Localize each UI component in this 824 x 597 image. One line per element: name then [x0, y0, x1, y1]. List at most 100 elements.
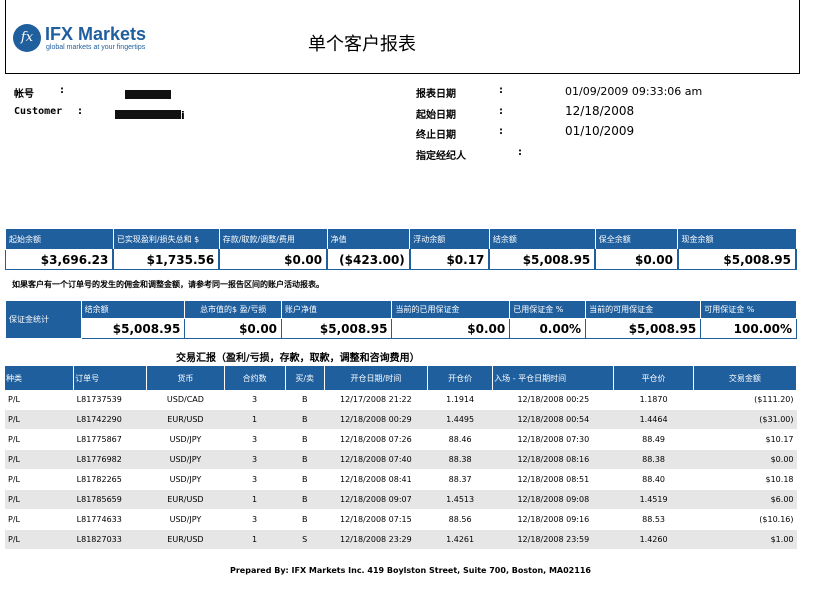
- margin-header: 总市值的$ 盈/亏损: [184, 300, 283, 319]
- trade-cell: B: [285, 489, 325, 510]
- margin-value: $5,008.95: [80, 318, 186, 339]
- table-row: P/L L81785659 EUR/USD 1 B 12/18/2008 09:07 1.4…: [5, 489, 797, 510]
- commission-note: 如果客户有一个订单号的发生的佣金和调整金额，请参考同一报告区间的账户活动报表。: [12, 280, 324, 289]
- balance-value: $5,008.95: [488, 249, 597, 270]
- table-row: P/L L81775867 USD/JPY 3 B 12/18/2008 07:26 88.…: [5, 429, 797, 450]
- balance-value: $1,735.56: [112, 249, 221, 270]
- trade-cell: $6.00: [693, 489, 797, 510]
- table-row: P/L L81827033 EUR/USD 1 S 12/18/2008 23:29 1.4…: [5, 529, 797, 550]
- table-row: P/L L81776982 USD/JPY 3 B 12/18/2008 07:40 88.…: [5, 449, 797, 470]
- balance-header: 已实现盈利/损失总和 $: [112, 228, 220, 250]
- trade-cell: EUR/USD: [146, 409, 225, 430]
- trade-cell: 1.1914: [427, 390, 493, 410]
- trade-cell: 88.53: [613, 509, 694, 530]
- trade-cell: 1.4260: [613, 529, 694, 550]
- trade-cell: 12/18/2008 07:15: [324, 509, 428, 530]
- report-date-label: 报表日期: [416, 89, 456, 100]
- balance-header: 保全余额: [594, 228, 679, 250]
- broker-label: 指定经纪人: [416, 151, 466, 162]
- trade-cell: 1: [224, 529, 286, 550]
- trade-cell: $10.18: [693, 469, 797, 490]
- trade-cell: 3: [224, 429, 286, 450]
- end-date-label: 终止日期: [416, 130, 456, 141]
- customer-colon: :: [78, 106, 82, 117]
- trade-cell: 88.40: [613, 469, 694, 490]
- report-date-value: 01/09/2009 09:33:06 am: [565, 85, 703, 98]
- trade-cell: P/L: [5, 390, 74, 410]
- trade-cell: 12/18/2008 00:25: [492, 390, 614, 410]
- end-date-colon: :: [499, 126, 503, 137]
- trade-cell: 12/18/2008 00:54: [492, 409, 614, 430]
- trade-cell: P/L: [5, 509, 74, 530]
- trade-cell: 1.4513: [427, 489, 493, 510]
- balance-summary-table: 起始余额 已实现盈利/损失总和 $ 存款/取款/调整/费用 净值 浮动余额 结余…: [5, 228, 798, 270]
- trade-cell: P/L: [5, 489, 74, 510]
- trade-header: 买/卖: [285, 366, 325, 390]
- trade-cell: L81827033: [73, 529, 147, 550]
- trade-cell: ($10.16): [693, 509, 797, 530]
- balance-value: $0.00: [594, 249, 679, 270]
- trade-cell: B: [285, 429, 325, 450]
- trade-cell: EUR/USD: [146, 489, 225, 510]
- trade-cell: 12/17/2008 21:22: [324, 390, 428, 410]
- trade-cell: L81742290: [73, 409, 147, 430]
- trade-cell: $0.00: [693, 449, 797, 470]
- table-row: P/L L81774633 USD/JPY 3 B 12/18/2008 07:15 88.…: [5, 509, 797, 530]
- trade-cell: 88.38: [427, 449, 493, 470]
- prepared-by-footer: Prepared By: IFX Markets Inc. 419 Boylst…: [230, 566, 591, 575]
- trade-cell: 3: [224, 509, 286, 530]
- balance-header: 浮动余额: [409, 228, 490, 250]
- margin-value: 0.00%: [509, 318, 587, 339]
- report-title: 单个客户报表: [308, 34, 416, 55]
- logo-tagline: global markets at your fingertips: [46, 44, 146, 51]
- trade-cell: B: [285, 449, 325, 470]
- table-row: P/L L81782265 USD/JPY 3 B 12/18/2008 08:41 88.…: [5, 469, 797, 490]
- balance-header: 存款/取款/调整/费用: [218, 228, 328, 250]
- trade-cell: L81785659: [73, 489, 147, 510]
- trade-cell: 12/18/2008 09:07: [324, 489, 428, 510]
- margin-header: 当前的已用保证金: [391, 300, 511, 319]
- trade-cell: 3: [224, 469, 286, 490]
- trade-cell: 12/18/2008 08:51: [492, 469, 614, 490]
- table-row: P/L L81737539 USD/CAD 3 B 12/17/2008 21:22 1.1…: [5, 390, 797, 410]
- margin-header: 已用保证金 %: [509, 300, 587, 319]
- trade-header: 种类: [5, 366, 75, 390]
- trade-cell: L81782265: [73, 469, 147, 490]
- trade-cell: P/L: [5, 529, 74, 550]
- trade-cell: USD/CAD: [146, 390, 225, 410]
- trade-cell: B: [285, 469, 325, 490]
- trade-header: 合约数: [224, 366, 286, 390]
- trade-cell: P/L: [5, 429, 74, 450]
- trade-cell: B: [285, 390, 325, 410]
- trade-cell: ($111.20): [693, 390, 797, 410]
- trade-header: 交易金额: [693, 366, 798, 390]
- trade-cell: 12/18/2008 07:40: [324, 449, 428, 470]
- balance-header: 现金余额: [677, 228, 797, 250]
- broker-colon: :: [518, 147, 522, 158]
- balance-value: $5,008.95: [677, 249, 798, 270]
- trade-cell: L81774633: [73, 509, 147, 530]
- trade-header: 货币: [146, 366, 225, 390]
- balance-value: $0.17: [409, 249, 491, 270]
- redaction-mark: [125, 90, 171, 99]
- trade-cell: 88.38: [613, 449, 694, 470]
- start-date-value: 12/18/2008: [565, 104, 635, 118]
- trade-cell: 12/18/2008 07:26: [324, 429, 428, 450]
- trade-cell: 1: [224, 409, 286, 430]
- trade-header-row: 种类 订单号 货币 合约数 买/卖 开仓日期/时间 开仓价 入场 - 平仓日期时…: [5, 366, 798, 390]
- balance-header: 结余额: [488, 228, 596, 250]
- trade-cell: P/L: [5, 469, 74, 490]
- account-label: 帐号: [14, 89, 34, 100]
- start-date-label: 起始日期: [416, 110, 456, 121]
- logo-mark-icon: fx: [13, 24, 41, 52]
- logo-name: IFX Markets: [45, 24, 147, 44]
- trade-cell: P/L: [5, 409, 74, 430]
- account-value: [125, 84, 171, 103]
- trade-cell: 12/18/2008 09:16: [492, 509, 614, 530]
- customer-label: Customer: [14, 106, 63, 117]
- trade-cell: 88.37: [427, 469, 493, 490]
- margin-stats-label: 保证金统计: [5, 300, 82, 339]
- redaction-mark: [115, 110, 181, 119]
- trade-cell: 1.4464: [613, 409, 694, 430]
- trade-cell: B: [285, 409, 325, 430]
